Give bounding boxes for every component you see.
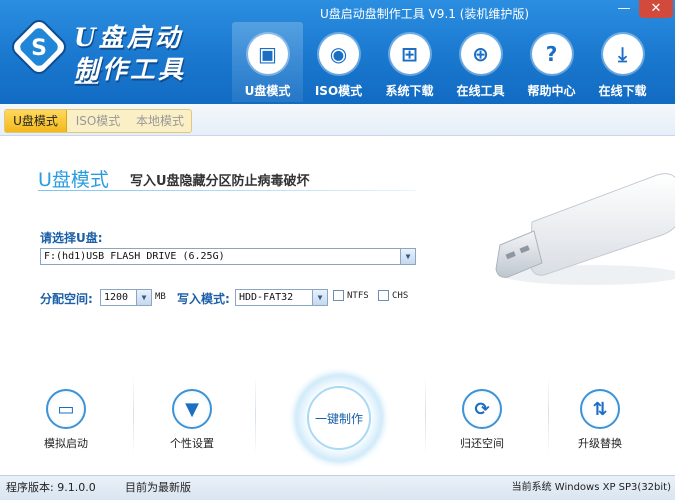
simulate-boot-button[interactable]: ▭ 模拟启动 bbox=[44, 389, 88, 451]
window-controls: — ✕ bbox=[609, 0, 673, 18]
globe-icon: ⊕ bbox=[460, 34, 501, 74]
close-button[interactable]: ✕ bbox=[639, 0, 673, 18]
tool-label: 模拟启动 bbox=[44, 437, 88, 450]
upgrade-replace-button[interactable]: ⇅ 升级替换 bbox=[578, 389, 622, 451]
question-icon: ? bbox=[531, 34, 572, 74]
mode-subtitle: 写入U盘隐藏分区防止病毒破坏 bbox=[130, 174, 310, 189]
nav-label: 系统下载 bbox=[385, 84, 434, 98]
nav-label: 在线下载 bbox=[598, 84, 647, 98]
chevron-down-icon: ▼ bbox=[312, 290, 327, 305]
nav-system-download[interactable]: ⊞ 系统下载 bbox=[374, 22, 445, 102]
restore-space-button[interactable]: ⟳ 归还空间 bbox=[460, 389, 504, 451]
write-mode-label: 写入模式: bbox=[177, 292, 230, 306]
nav-label: 帮助中心 bbox=[527, 84, 576, 98]
title-divider bbox=[38, 190, 416, 191]
monitor-icon: ▭ bbox=[46, 389, 86, 429]
logo-mark-icon: S bbox=[12, 20, 66, 74]
nav-usb-mode[interactable]: ▣ U盘模式 bbox=[232, 22, 303, 102]
chevron-down-icon: ▼ bbox=[136, 290, 151, 305]
checkbox-box bbox=[378, 290, 389, 301]
mode-tabs: U盘模式 ISO模式 本地模式 bbox=[4, 109, 192, 133]
nav-iso-mode[interactable]: ◉ ISO模式 bbox=[303, 22, 374, 102]
tab-local-mode[interactable]: 本地模式 bbox=[129, 110, 191, 132]
custom-settings-button[interactable]: ▼ 个性设置 bbox=[170, 389, 214, 451]
checkbox-box bbox=[333, 290, 344, 301]
udisk-select-value: F:(hd1)USB FLASH DRIVE (6.25G) bbox=[44, 251, 225, 262]
nav-label: ISO模式 bbox=[314, 84, 363, 98]
udisk-select[interactable]: F:(hd1)USB FLASH DRIVE (6.25G) ▼ bbox=[40, 248, 416, 265]
write-mode-select[interactable]: HDD-FAT32 ▼ bbox=[235, 289, 328, 306]
tool-divider bbox=[255, 375, 256, 455]
header: S U盘启动盘 制作工具 U盘启动盘制作工具 V9.1 (装机维护版) — ✕ … bbox=[0, 0, 675, 104]
usb-drive-icon: ▣ bbox=[247, 34, 288, 74]
update-status: 目前为最新版 bbox=[125, 481, 191, 494]
current-os: 当前系统 Windows XP SP3(32bit) bbox=[511, 482, 671, 493]
logo-line-2: 制作工具 bbox=[74, 55, 187, 84]
nav-help-center[interactable]: ? 帮助中心 bbox=[516, 22, 587, 102]
chevron-down-icon: ▼ bbox=[400, 249, 415, 264]
one-click-label: 一键制作 bbox=[307, 386, 371, 450]
udisk-label: 请选择U盘: bbox=[40, 231, 103, 245]
nav-online-tools[interactable]: ⊕ 在线工具 bbox=[445, 22, 516, 102]
nav-label: U盘模式 bbox=[244, 84, 291, 98]
tool-label: 升级替换 bbox=[578, 437, 622, 450]
download-icon: ⤓ bbox=[602, 34, 643, 74]
chs-label: CHS bbox=[392, 290, 409, 301]
logo-mark-letter: S bbox=[31, 36, 47, 61]
tool-divider bbox=[133, 375, 134, 455]
minimize-button[interactable]: — bbox=[609, 0, 639, 18]
main-panel: U盘模式 写入U盘隐藏分区防止病毒破坏 请选择U盘: F:(hd1)USB FL… bbox=[0, 137, 675, 475]
tool-divider bbox=[548, 375, 549, 455]
ntfs-checkbox[interactable]: NTFS bbox=[333, 290, 369, 301]
alloc-unit: MB bbox=[155, 292, 166, 302]
tool-divider bbox=[425, 375, 426, 455]
mode-tabs-bar: U盘模式 ISO模式 本地模式 bbox=[0, 104, 675, 136]
usb-stick-illustration bbox=[495, 173, 675, 285]
tab-usb-mode[interactable]: U盘模式 bbox=[5, 110, 67, 132]
tool-label: 归还空间 bbox=[460, 437, 504, 450]
tool-bar: ▭ 模拟启动 ▼ 个性设置 一键制作 ⟳ 归还空间 ⇅ 升级替换 bbox=[0, 365, 675, 475]
tshirt-icon: ▼ bbox=[172, 389, 212, 429]
tool-label: 个性设置 bbox=[170, 437, 214, 450]
mode-title: U盘模式 bbox=[38, 169, 109, 191]
nav-label: 在线工具 bbox=[456, 84, 505, 98]
refresh-icon: ⟳ bbox=[462, 389, 502, 429]
one-click-make-button[interactable]: 一键制作 bbox=[296, 375, 382, 461]
main-nav: ▣ U盘模式 ◉ ISO模式 ⊞ 系统下载 ⊕ 在线工具 ? 帮助中心 ⤓ 在线… bbox=[232, 22, 658, 102]
disc-icon: ◉ bbox=[318, 34, 359, 74]
write-mode-value: HDD-FAT32 bbox=[239, 292, 294, 303]
app-logo: S U盘启动盘 制作工具 bbox=[10, 12, 210, 88]
chs-checkbox[interactable]: CHS bbox=[378, 290, 408, 301]
windows-logo-icon: ⊞ bbox=[389, 34, 430, 74]
tab-iso-mode[interactable]: ISO模式 bbox=[67, 110, 129, 132]
window-title: U盘启动盘制作工具 V9.1 (装机维护版) bbox=[320, 7, 530, 21]
ntfs-label: NTFS bbox=[347, 290, 369, 301]
alloc-space-select[interactable]: 1200 ▼ bbox=[100, 289, 152, 306]
status-bar: 程序版本: 9.1.0.0 目前为最新版 当前系统 Windows XP SP3… bbox=[0, 475, 675, 500]
alloc-space-label: 分配空间: bbox=[40, 292, 93, 306]
nav-online-download[interactable]: ⤓ 在线下载 bbox=[587, 22, 658, 102]
alloc-space-value: 1200 bbox=[104, 292, 129, 303]
up-down-arrows-icon: ⇅ bbox=[580, 389, 620, 429]
program-version: 程序版本: 9.1.0.0 bbox=[6, 481, 96, 494]
